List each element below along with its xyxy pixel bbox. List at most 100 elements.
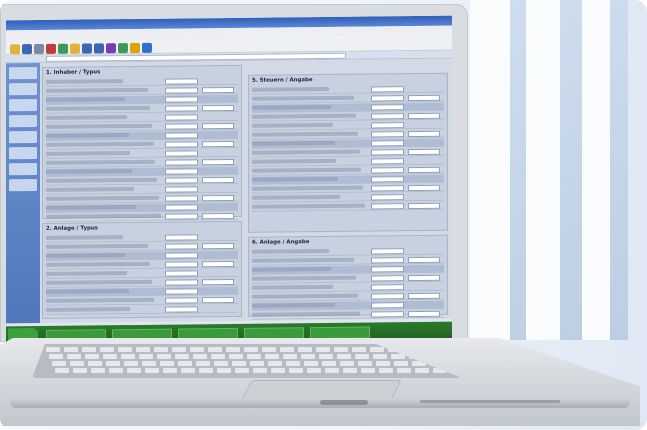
folder-icon[interactable] [10, 44, 20, 55]
input-field[interactable] [371, 95, 404, 102]
input-field[interactable] [165, 141, 198, 148]
sidebar-item[interactable] [9, 115, 37, 128]
input-field[interactable] [165, 159, 198, 166]
input-field[interactable] [371, 266, 404, 273]
input-field[interactable] [165, 96, 198, 103]
input-field[interactable] [201, 122, 235, 130]
input-field[interactable] [201, 278, 235, 286]
input-field[interactable] [371, 122, 404, 129]
input-field[interactable] [201, 212, 235, 220]
input-field[interactable] [201, 242, 235, 250]
input-field[interactable] [201, 158, 235, 166]
section-title: 1. Inhaber / Typus [46, 69, 101, 76]
print-icon[interactable] [34, 43, 44, 55]
input-field[interactable] [165, 243, 198, 250]
input-field[interactable] [201, 296, 235, 304]
redo-icon[interactable] [94, 43, 104, 54]
sidebar-item[interactable] [9, 99, 37, 112]
input-field[interactable] [407, 184, 441, 192]
input-field[interactable] [371, 158, 404, 165]
input-field[interactable] [165, 168, 198, 175]
input-field[interactable] [165, 132, 198, 139]
input-field[interactable] [371, 167, 404, 174]
chart-icon[interactable] [118, 43, 128, 54]
sidebar-item[interactable] [9, 67, 37, 80]
input-field[interactable] [371, 284, 404, 291]
input-field[interactable] [371, 203, 404, 210]
sidebar-item[interactable] [9, 131, 37, 144]
input-field[interactable] [165, 186, 198, 193]
input-field[interactable] [371, 194, 404, 201]
input-field[interactable] [407, 94, 441, 102]
cut-icon[interactable] [46, 43, 56, 54]
input-field[interactable] [165, 105, 198, 112]
input-field[interactable] [371, 248, 404, 255]
input-field[interactable] [407, 202, 441, 210]
input-field[interactable] [165, 213, 198, 220]
input-field[interactable] [407, 310, 441, 318]
input-field[interactable] [201, 140, 235, 148]
help-icon[interactable] [130, 42, 140, 54]
paste-icon[interactable] [70, 43, 80, 54]
input-field[interactable] [201, 260, 235, 268]
keyboard-key [82, 347, 96, 352]
input-field[interactable] [407, 256, 441, 264]
undo-icon[interactable] [82, 43, 92, 54]
input-field[interactable] [165, 78, 198, 85]
sidebar-item[interactable] [9, 163, 37, 176]
globe-icon[interactable] [142, 42, 152, 53]
input-field[interactable] [371, 140, 404, 147]
keyboard-key [337, 354, 351, 359]
input-field[interactable] [165, 288, 198, 295]
input-field[interactable] [407, 112, 441, 120]
input-field[interactable] [165, 114, 198, 121]
sidebar-item[interactable] [9, 83, 37, 96]
input-field[interactable] [371, 293, 404, 300]
taskbar-item[interactable] [244, 327, 304, 340]
input-field[interactable] [371, 131, 404, 138]
input-field[interactable] [165, 177, 198, 184]
input-field[interactable] [407, 130, 441, 138]
input-field[interactable] [165, 270, 198, 277]
input-field[interactable] [165, 279, 198, 286]
calc-icon[interactable] [106, 43, 116, 54]
input-field[interactable] [165, 252, 198, 259]
input-field[interactable] [371, 275, 404, 282]
input-field[interactable] [165, 234, 198, 241]
field-label [252, 104, 331, 110]
input-field[interactable] [371, 257, 404, 264]
keyboard-key [265, 354, 279, 359]
keyboard-key [208, 347, 222, 352]
copy-icon[interactable] [58, 43, 68, 54]
input-field[interactable] [201, 104, 235, 112]
input-field[interactable] [371, 149, 404, 156]
save-icon[interactable] [22, 44, 32, 55]
input-field[interactable] [371, 113, 404, 120]
input-field[interactable] [201, 194, 235, 202]
input-field[interactable] [201, 176, 235, 184]
input-field[interactable] [165, 87, 198, 94]
taskbar-item[interactable] [310, 326, 370, 340]
sidebar-item[interactable] [9, 179, 37, 192]
input-field[interactable] [165, 306, 198, 313]
input-field[interactable] [371, 311, 404, 318]
input-field[interactable] [165, 204, 198, 211]
input-field[interactable] [165, 195, 198, 202]
input-field[interactable] [407, 166, 441, 174]
input-field[interactable] [371, 86, 404, 93]
input-field[interactable] [407, 274, 441, 282]
input-field[interactable] [371, 185, 404, 192]
input-field[interactable] [165, 297, 198, 304]
keyboard-key [172, 347, 186, 352]
input-field[interactable] [407, 148, 441, 156]
input-field[interactable] [407, 292, 441, 300]
input-field[interactable] [165, 150, 198, 157]
input-field[interactable] [165, 261, 198, 268]
input-field[interactable] [371, 104, 404, 111]
input-field[interactable] [371, 176, 404, 183]
input-field[interactable] [371, 302, 404, 309]
input-field[interactable] [165, 123, 198, 130]
side-port [420, 400, 560, 403]
sidebar-item[interactable] [9, 147, 37, 160]
input-field[interactable] [201, 86, 235, 94]
